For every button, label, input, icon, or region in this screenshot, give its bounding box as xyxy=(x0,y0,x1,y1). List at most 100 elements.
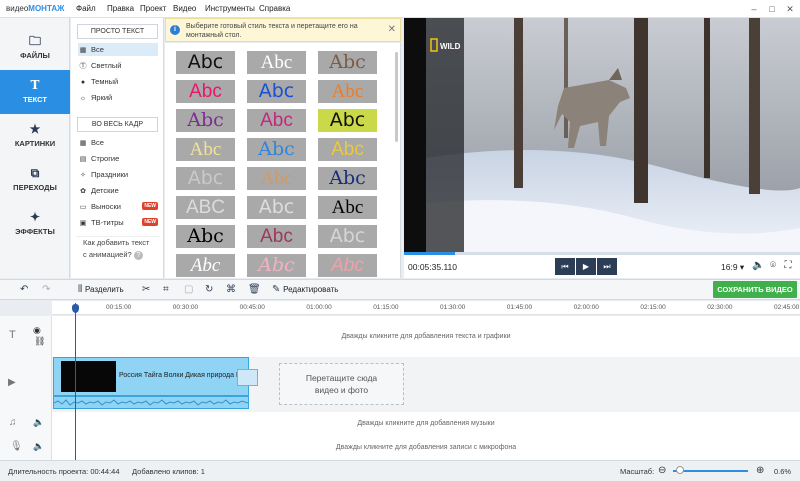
previous-frame-button[interactable]: ⏮ xyxy=(555,258,575,275)
nav-effects[interactable]: ✦ ЭФФЕКТЫ xyxy=(0,202,70,246)
zoom-slider-handle[interactable] xyxy=(676,466,684,474)
mic-track-area[interactable]: Дважды кликните для добавления записи с … xyxy=(52,436,800,460)
text-style-tile[interactable]: Abc xyxy=(318,254,377,277)
category-holidays[interactable]: ✧ Праздники xyxy=(78,168,158,181)
snapshot-icon[interactable]: ⌾ xyxy=(767,260,779,272)
nav-text[interactable]: T ТЕКСТ xyxy=(0,70,70,114)
howto-animated-text-link[interactable]: Как добавить текст с анимацией? ? xyxy=(76,236,160,264)
ruler-tick-label: 01:30:00 xyxy=(440,304,466,311)
menu-file[interactable]: Файл xyxy=(76,4,96,13)
text-style-tile[interactable]: Abc xyxy=(247,138,306,161)
transition-icon[interactable] xyxy=(237,369,258,386)
category-kids[interactable]: ✿ Детские xyxy=(78,184,158,197)
eye-icon[interactable]: ◉ xyxy=(33,325,41,336)
playhead-handle[interactable] xyxy=(72,304,79,313)
text-style-tile[interactable]: Abc xyxy=(176,80,235,103)
scissors-icon[interactable]: ✂ xyxy=(142,284,150,296)
menu-project[interactable]: Проект xyxy=(140,4,166,13)
menu-tools[interactable]: Инструменты xyxy=(205,4,255,13)
volume-edit-icon[interactable]: ⌘ xyxy=(226,284,236,296)
category-dark[interactable]: ● Темный xyxy=(78,75,158,88)
text-style-tile[interactable]: Abc xyxy=(176,167,235,190)
undo-icon[interactable]: ↶ xyxy=(20,284,28,296)
text-style-tile[interactable]: Abc xyxy=(247,80,306,103)
volume-icon[interactable]: 🔈 xyxy=(752,260,764,272)
category-header-simple[interactable]: ПРОСТО ТЕКСТ xyxy=(77,24,158,39)
style-grid-scrollbar[interactable] xyxy=(395,52,398,142)
maximize-button[interactable]: □ xyxy=(766,3,778,15)
blank-icon[interactable]: ▢ xyxy=(184,284,193,296)
nav-files-label: ФАЙЛЫ xyxy=(20,51,50,60)
timeline-ruler[interactable]: 00:15:00 00:30:00 00:45:00 01:00:00 01:15:00… xyxy=(52,301,800,315)
category-strict[interactable]: ▤ Строгие xyxy=(78,152,158,165)
category-bright[interactable]: ☼ Яркий xyxy=(78,91,158,104)
text-track-area[interactable]: Дважды кликните для добавления текста и … xyxy=(52,316,800,357)
text-track-header: T ◉ ⛓ xyxy=(0,316,52,357)
text-style-tile[interactable]: Abc xyxy=(247,225,306,248)
playhead[interactable] xyxy=(75,303,76,460)
text-style-tile[interactable]: Abc xyxy=(247,167,306,190)
text-style-tile[interactable]: Abc xyxy=(247,254,306,277)
speaker-icon[interactable]: 🔈 xyxy=(33,441,44,452)
text-style-tile[interactable]: Abc xyxy=(176,225,235,248)
microphone-icon: 🎙 xyxy=(10,441,23,452)
video-clip[interactable]: Россия Тайга Волки Дикая природа Н xyxy=(53,357,258,396)
speaker-icon[interactable]: 🔈 xyxy=(33,417,44,428)
text-style-tile[interactable]: Abc xyxy=(247,196,306,219)
text-style-tile[interactable]: Abc xyxy=(176,254,235,277)
ruler-tick-label: 01:00:00 xyxy=(306,304,332,311)
nav-pictures[interactable]: ★ КАРТИНКИ xyxy=(0,114,70,158)
category-tv-titles[interactable]: ▣ ТВ-титры NEW xyxy=(78,216,158,229)
close-button[interactable]: ✕ xyxy=(784,3,796,15)
text-style-tile[interactable]: Abc xyxy=(318,109,377,132)
text-style-tile[interactable]: Abc xyxy=(318,51,377,74)
split-button[interactable]: ⫴ Разделить xyxy=(78,284,124,296)
zoom-out-icon[interactable]: ⊖ xyxy=(658,465,666,476)
nav-text-label: ТЕКСТ xyxy=(23,95,47,104)
preview-frame: WILD xyxy=(426,18,800,252)
text-style-tile[interactable]: Abc xyxy=(318,167,377,190)
text-style-tile[interactable]: Abc xyxy=(176,51,235,74)
minimize-button[interactable]: – xyxy=(748,3,760,15)
text-style-tile[interactable]: Abc xyxy=(318,80,377,103)
delete-icon[interactable]: 🗑 xyxy=(248,284,261,296)
aspect-ratio-select[interactable]: 16:9 ▾ xyxy=(721,262,744,273)
video-preview[interactable]: WILD xyxy=(404,18,800,252)
text-style-tile[interactable]: Abc xyxy=(247,109,306,132)
link-icon[interactable]: ⛓ xyxy=(34,336,45,347)
menu-help[interactable]: Справка xyxy=(259,4,290,13)
save-video-button[interactable]: СОХРАНИТЬ ВИДЕО xyxy=(713,281,797,298)
category-header-fullframe[interactable]: ВО ВЕСЬ КАДР xyxy=(77,117,158,132)
edit-button[interactable]: ✎ Редактировать xyxy=(272,284,338,296)
menu-video[interactable]: Видео xyxy=(173,4,196,13)
rotate-icon[interactable]: ↻ xyxy=(205,284,213,296)
mic-track-header: 🎙 🔈 xyxy=(0,436,52,460)
play-button[interactable]: ▶ xyxy=(576,258,596,275)
zoom-slider-track[interactable] xyxy=(673,470,748,472)
text-style-tile[interactable]: Abc xyxy=(318,138,377,161)
menu-edit[interactable]: Правка xyxy=(107,4,134,13)
text-track-icon: T xyxy=(9,329,16,341)
fullscreen-icon[interactable]: ⛶ xyxy=(782,260,794,272)
text-style-tile[interactable]: Abc xyxy=(318,225,377,248)
preview-progress-track[interactable] xyxy=(404,252,800,255)
category-callouts[interactable]: ▭ Выноски NEW xyxy=(78,200,158,213)
next-frame-button[interactable]: ⏭ xyxy=(597,258,617,275)
category-all-simple[interactable]: ▦ Все xyxy=(78,43,158,56)
text-style-tile[interactable]: Abc xyxy=(318,196,377,219)
text-style-tile[interactable]: Abc xyxy=(176,138,235,161)
crop-icon[interactable]: ⌗ xyxy=(163,284,169,296)
text-style-tile[interactable]: ABC xyxy=(176,196,235,219)
text-style-tile[interactable]: Abc xyxy=(247,51,306,74)
category-all-fullframe[interactable]: ▦ Все xyxy=(78,136,158,149)
nav-transitions[interactable]: ⧉ ПЕРЕХОДЫ xyxy=(0,158,70,202)
media-drop-zone[interactable]: Перетащите сюда видео и фото xyxy=(279,363,404,405)
text-style-tile[interactable]: Abc xyxy=(176,109,235,132)
redo-icon[interactable]: ↷ xyxy=(42,284,50,296)
clip-audio-waveform[interactable] xyxy=(53,396,249,409)
zoom-in-icon[interactable]: ⊕ xyxy=(756,465,764,476)
nav-files[interactable]: 🗀 ФАЙЛЫ xyxy=(0,26,70,70)
music-track-area[interactable]: Дважды кликните для добавления музыки xyxy=(52,412,800,436)
category-light[interactable]: Ⓣ Светлый xyxy=(78,59,158,72)
close-icon[interactable]: ✕ xyxy=(388,24,396,35)
